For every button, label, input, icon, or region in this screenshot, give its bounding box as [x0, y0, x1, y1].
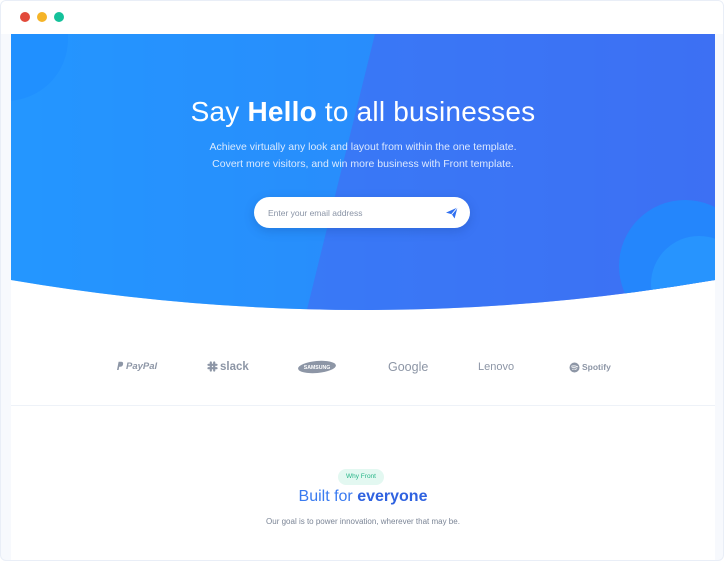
paper-plane-icon [446, 207, 458, 219]
hero-section: Say Hello to all businesses Achieve virt… [11, 34, 715, 334]
hero-title-suffix: to all businesses [316, 96, 536, 127]
samsung-badge: SAMSUNG [298, 360, 336, 374]
slack-logo-text: slack [220, 361, 249, 373]
landing-page: Say Hello to all businesses Achieve virt… [11, 34, 715, 560]
minimize-window-button[interactable] [37, 12, 47, 22]
hero-title: Say Hello to all businesses [11, 96, 715, 128]
slack-logo: slack [207, 357, 249, 377]
email-submit-button[interactable] [442, 203, 462, 223]
email-signup-form [254, 197, 470, 228]
why-section-subtitle: Our goal is to power innovation, whereve… [266, 517, 460, 526]
hero-title-prefix: Say [190, 96, 248, 127]
why-front-badge: Why Front [338, 469, 384, 485]
why-section-title: Built for everyone [11, 488, 715, 506]
google-logo: Google [388, 360, 429, 374]
hero-title-highlight: Hello [247, 96, 317, 127]
window-titlebar [1, 1, 723, 34]
maximize-window-button[interactable] [54, 12, 64, 22]
close-window-button[interactable] [20, 12, 30, 22]
hero-subtitle-line1: Achieve virtually any look and layout fr… [209, 141, 517, 153]
spotify-logo-text: Spotify [582, 362, 611, 372]
paypal-icon [117, 362, 124, 371]
spotify-logo: Spotify [569, 357, 611, 377]
client-logos-row: PayPal slack SAMSUNG Google Lenovo Spoti… [11, 346, 715, 394]
samsung-logo-text: SAMSUNG [304, 365, 331, 371]
spotify-icon [569, 362, 580, 373]
paypal-logo: PayPal [116, 357, 157, 377]
paypal-logo-text: PayPal [126, 361, 158, 372]
browser-window: Say Hello to all businesses Achieve virt… [0, 0, 724, 561]
section-divider [11, 405, 715, 406]
why-title-prefix: Built for [298, 488, 358, 505]
why-title-highlight: everyone [357, 488, 428, 505]
samsung-logo: SAMSUNG [297, 360, 337, 380]
hero-subtitle-line2: Covert more visitors, and win more busin… [212, 158, 514, 170]
hero-background [11, 34, 715, 310]
email-input[interactable] [268, 204, 438, 221]
lenovo-logo: Lenovo [478, 361, 515, 373]
slack-hash-icon [207, 361, 218, 373]
